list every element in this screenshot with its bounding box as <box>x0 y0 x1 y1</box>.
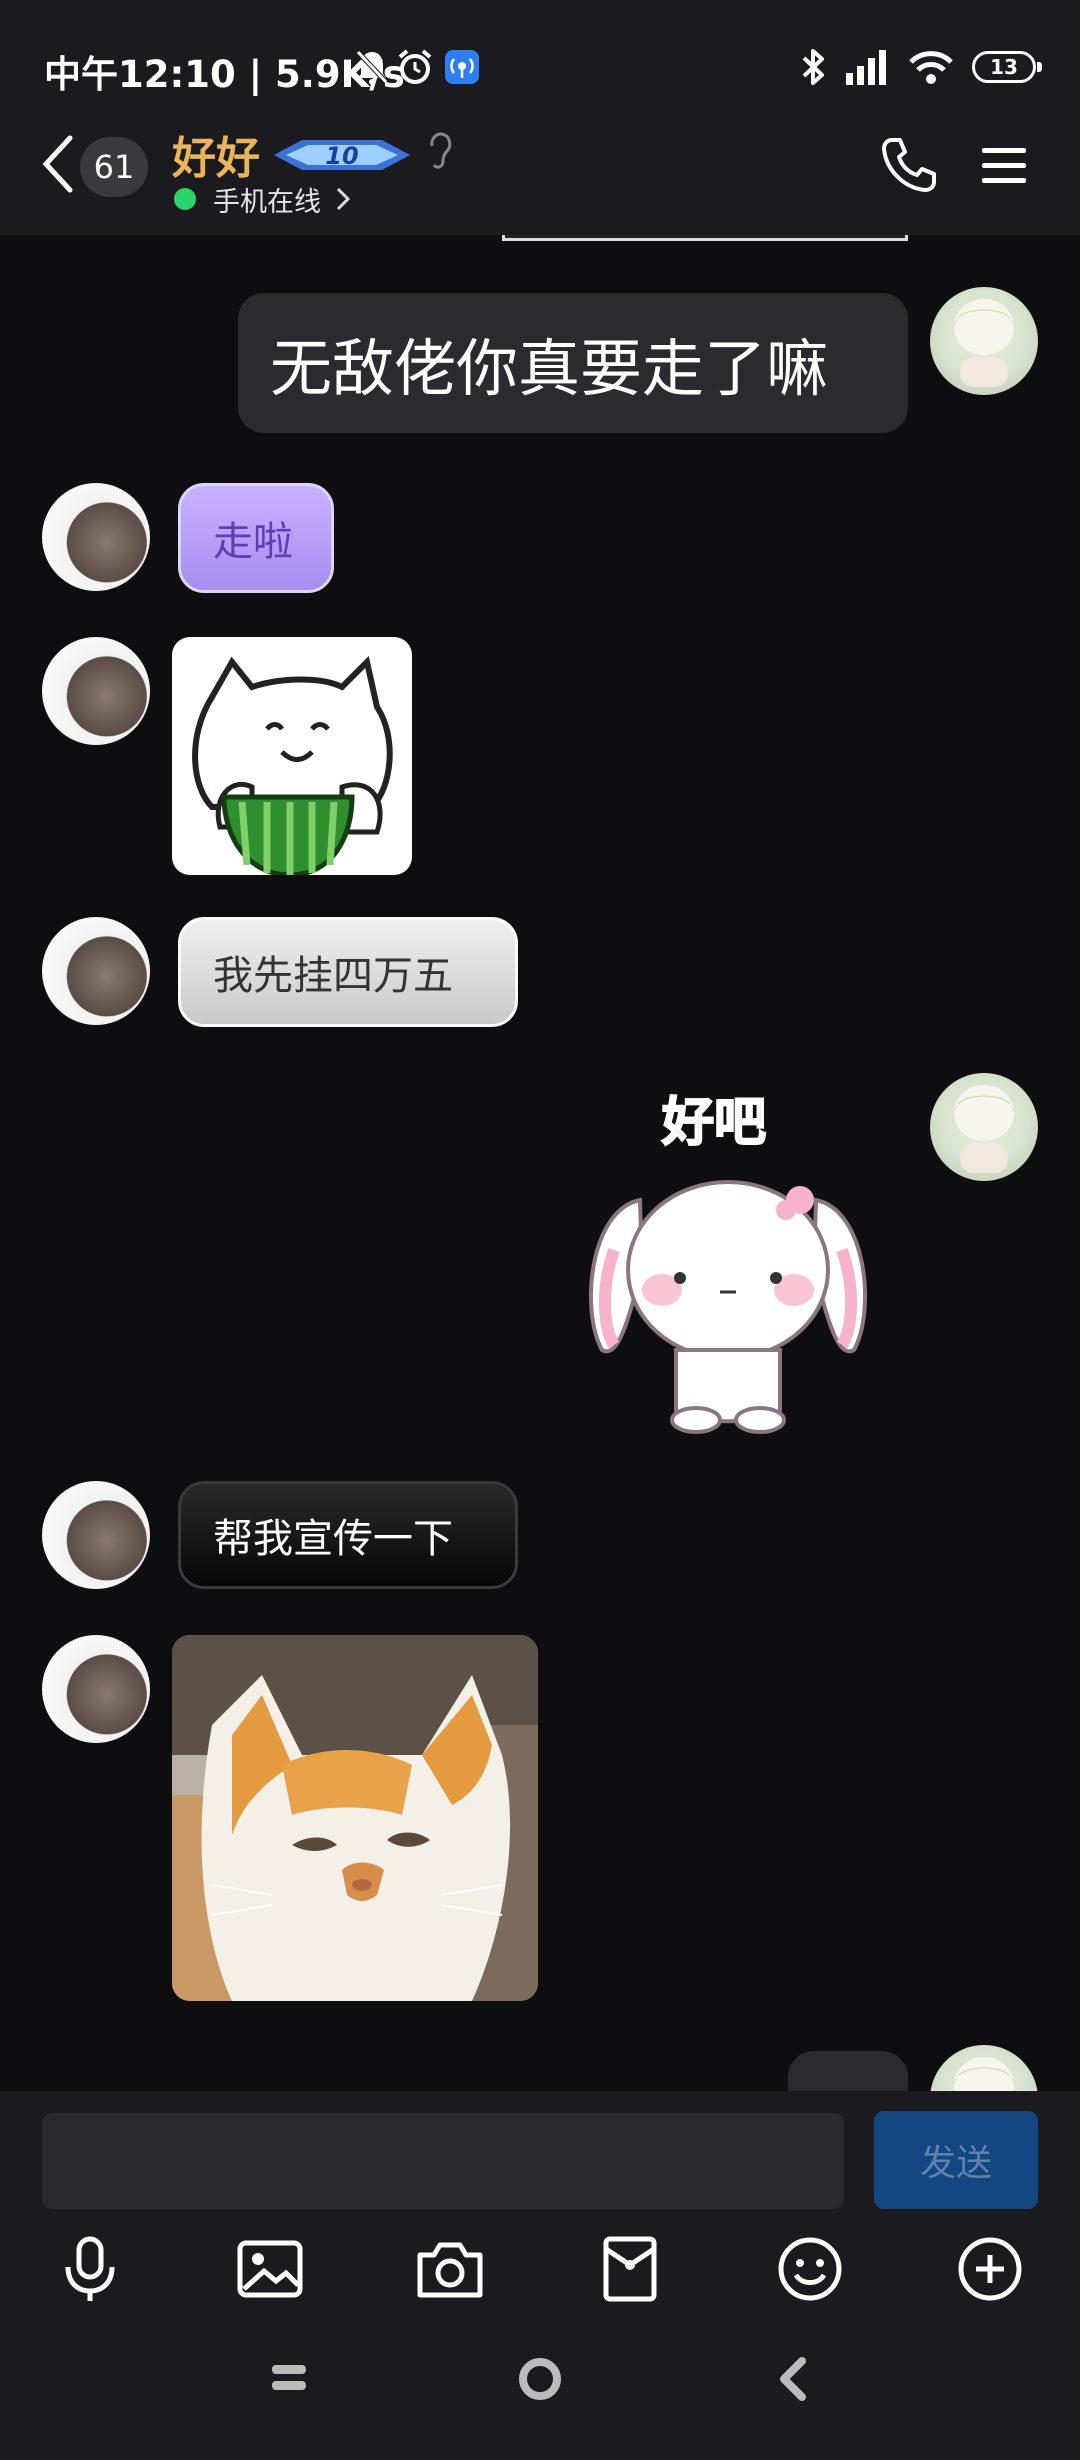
input-bar: 发送 <box>0 2091 1080 2460</box>
message-bubble-self[interactable]: 无敌佬你真要走了嘛 <box>238 293 908 433</box>
message-text: 帮我宣传一下 <box>213 1516 453 1562</box>
system-back-icon[interactable] <box>774 2355 810 2403</box>
add-more-icon[interactable] <box>954 2233 1026 2305</box>
message-bubble-other[interactable]: 我先挂四万五 <box>178 917 518 1027</box>
chat-area[interactable]: 无敌佬你真要走了嘛 走啦 我先挂四万五 好吧 帮我宣传一下 <box>0 235 1080 2091</box>
status-time-speed: 中午12:10 | 5.9K/s <box>44 53 405 96</box>
emoji-icon[interactable] <box>774 2233 846 2305</box>
wifi-icon <box>909 51 953 84</box>
online-status-dot <box>174 188 196 210</box>
message-bubble-self-partial[interactable] <box>788 2051 908 2091</box>
message-input[interactable] <box>42 2113 844 2209</box>
contact-name[interactable]: 好好 <box>172 122 260 186</box>
image-icon[interactable] <box>234 2233 306 2305</box>
battery-level: 13 <box>990 55 1018 79</box>
ear-icon[interactable] <box>424 130 456 172</box>
back-button[interactable] <box>36 132 80 196</box>
contact-avatar[interactable] <box>42 1481 150 1589</box>
home-icon[interactable] <box>516 2355 564 2403</box>
self-avatar[interactable] <box>930 2045 1038 2091</box>
contact-avatar[interactable] <box>42 637 150 745</box>
send-button[interactable]: 发送 <box>874 2111 1038 2209</box>
camera-icon[interactable] <box>414 2233 486 2305</box>
message-text: 无敌佬你真要走了嘛 <box>270 332 829 405</box>
cat-photo[interactable] <box>172 1635 538 2001</box>
sticker-caption: 好吧 <box>661 1093 766 1153</box>
mute-bell-icon <box>356 50 388 85</box>
message-bubble-other[interactable]: 走啦 <box>178 483 334 593</box>
menu-button[interactable] <box>980 144 1028 188</box>
cat-melon-sticker[interactable] <box>172 637 412 875</box>
top-bar: 中午12:10 | 5.9K/s 13 61 好好 10 手机在线 <box>0 0 1080 235</box>
bluetooth-icon <box>802 49 824 85</box>
cropped-image-message[interactable] <box>502 235 908 241</box>
voice-input-icon[interactable] <box>54 2233 126 2305</box>
message-text: 走啦 <box>213 519 293 565</box>
alarm-icon <box>398 49 432 84</box>
recent-apps-icon[interactable] <box>270 2359 308 2397</box>
battery-indicator: 13 <box>972 51 1042 83</box>
message-bubble-other[interactable]: 帮我宣传一下 <box>178 1481 518 1589</box>
level-number: 10 <box>325 142 358 170</box>
contact-avatar[interactable] <box>42 483 150 591</box>
online-status-text[interactable]: 手机在线 <box>213 180 321 219</box>
chevron-right-icon[interactable] <box>335 186 351 212</box>
contact-avatar[interactable] <box>42 917 150 1025</box>
message-text: 我先挂四万五 <box>213 953 453 999</box>
unread-count-badge[interactable]: 61 <box>80 137 148 197</box>
bunny-sticker[interactable]: 好吧 <box>580 1080 880 1445</box>
self-avatar[interactable] <box>930 1073 1038 1181</box>
self-avatar[interactable] <box>930 287 1038 395</box>
phone-call-button[interactable] <box>880 136 938 194</box>
level-badge-icon: 10 <box>274 140 410 170</box>
contact-avatar[interactable] <box>42 1635 150 1743</box>
status-right-icons: 13 <box>798 46 1042 88</box>
signal-icon <box>846 50 886 85</box>
hotspot-app-icon <box>445 50 479 84</box>
red-packet-icon[interactable] <box>594 2233 666 2305</box>
